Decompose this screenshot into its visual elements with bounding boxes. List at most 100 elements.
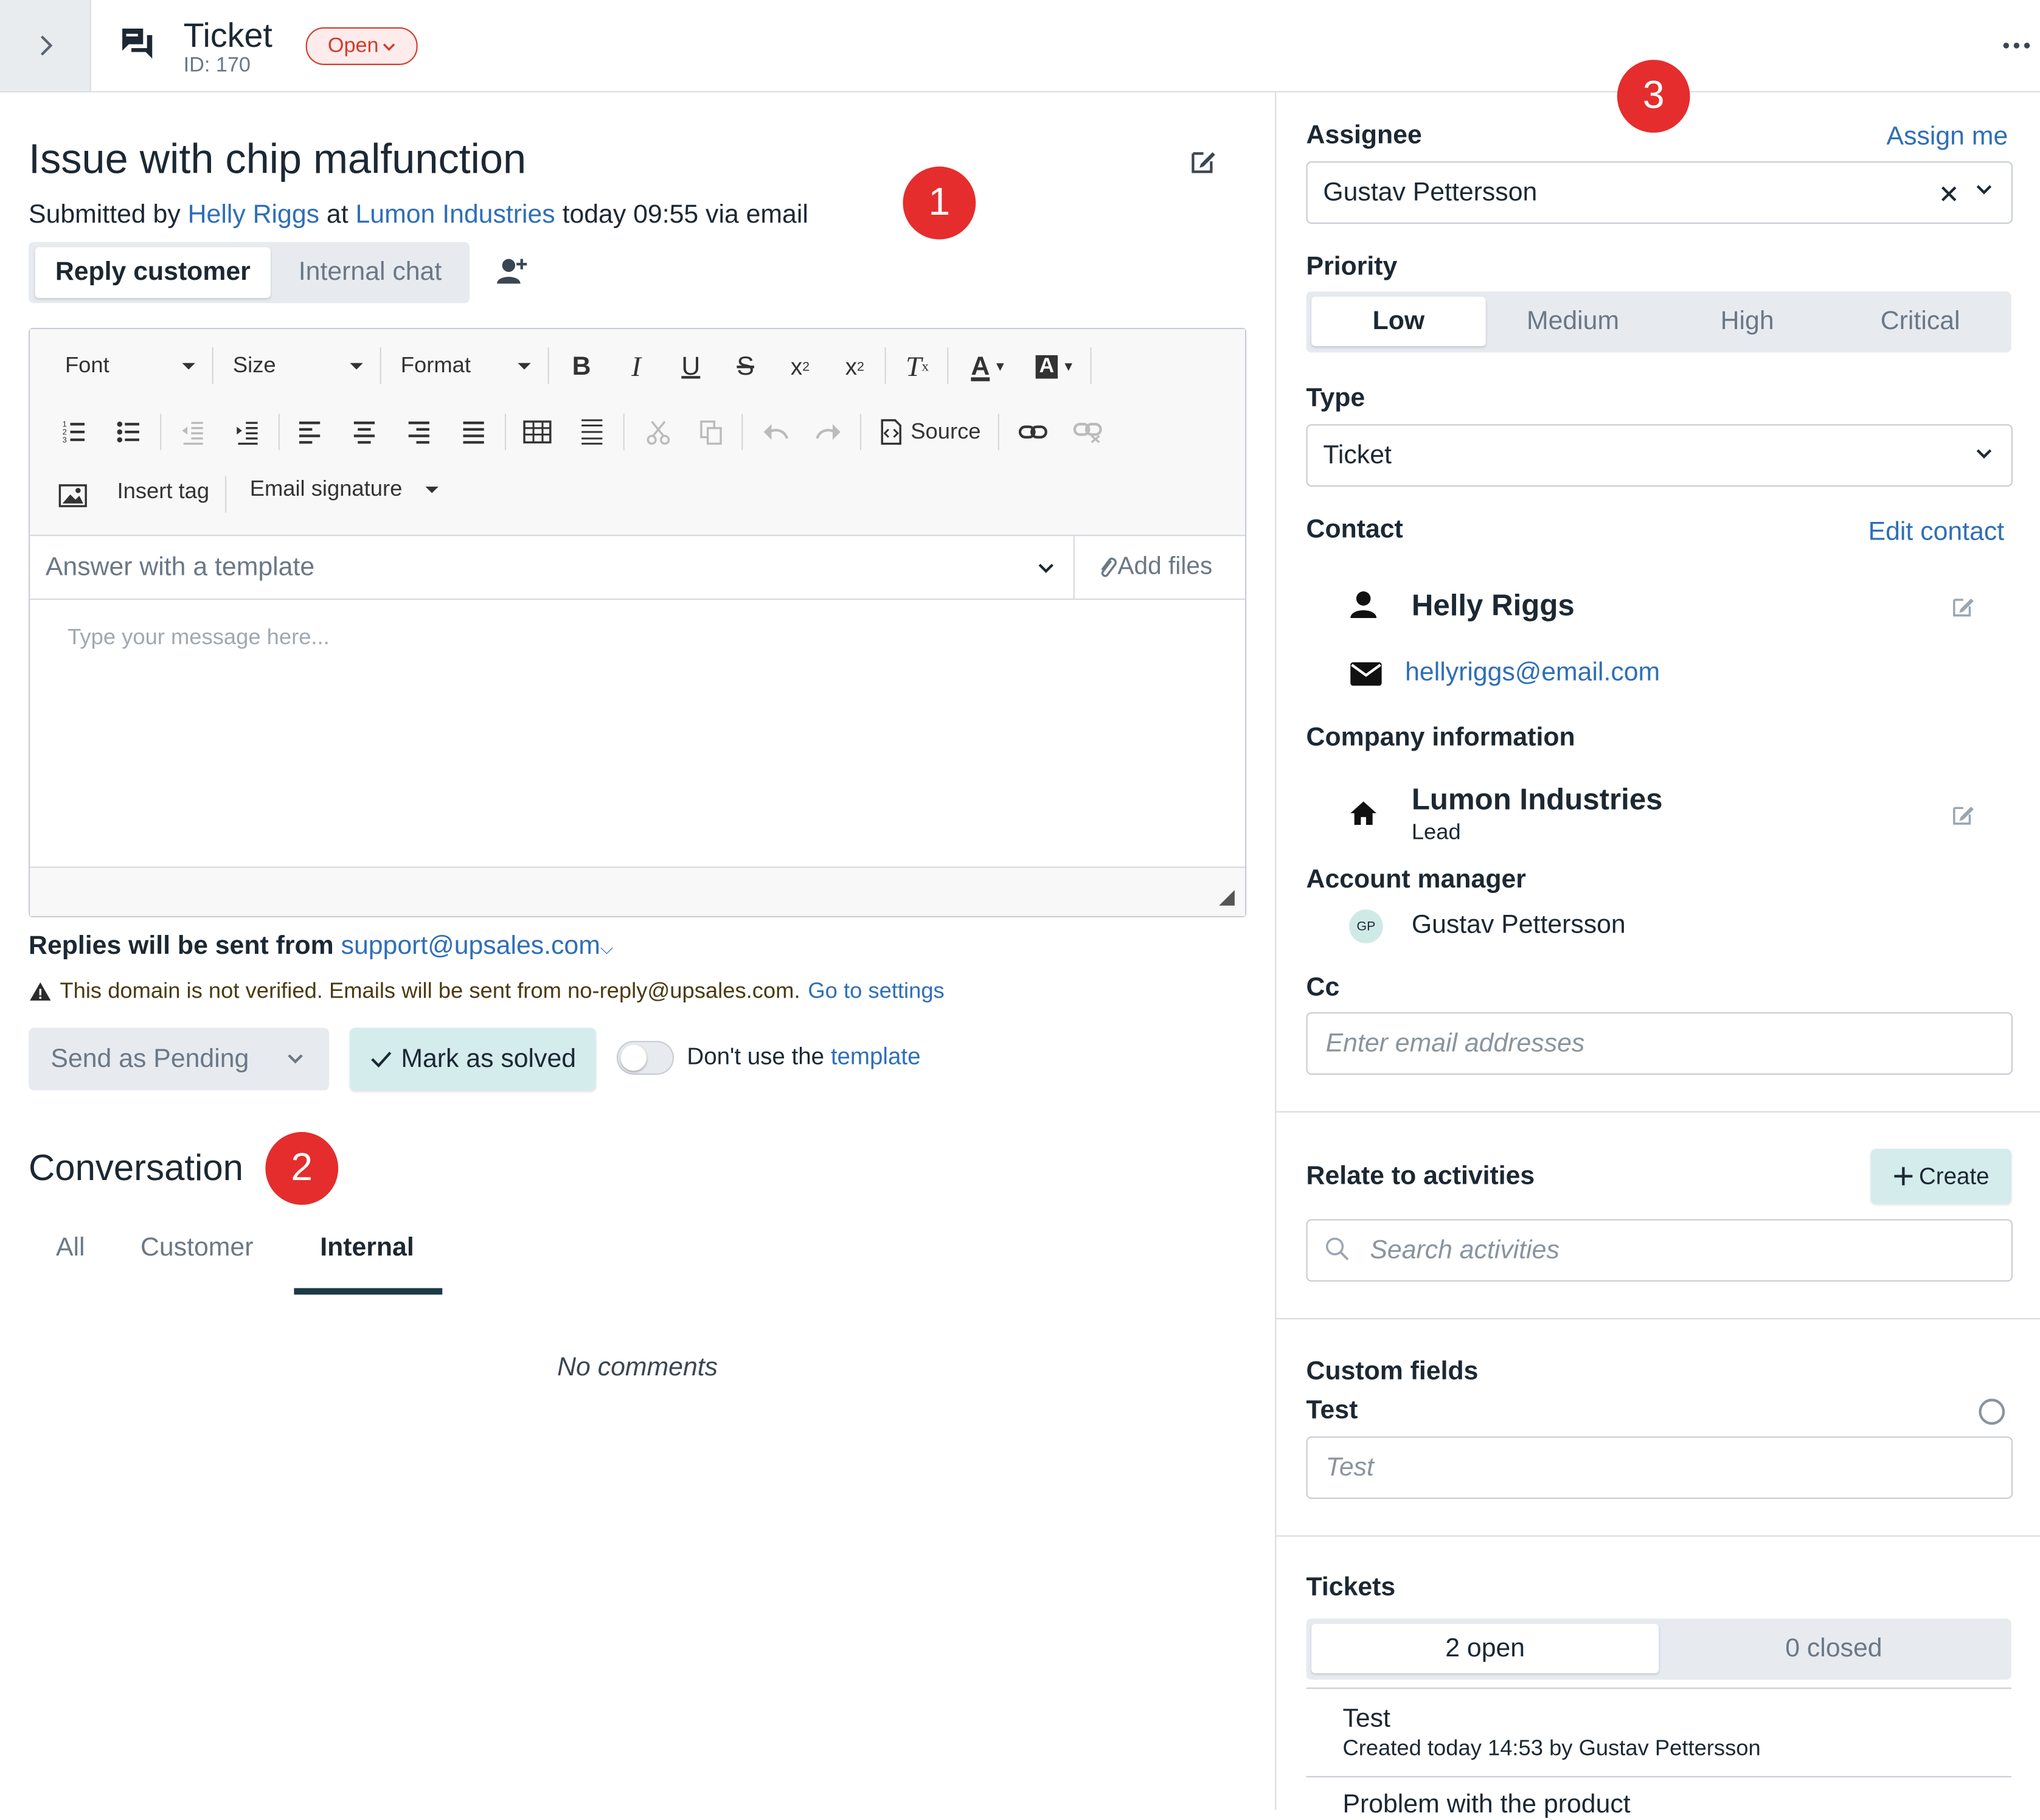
editor-footer [30,866,1246,916]
company-link[interactable]: Lumon Industries [356,200,555,229]
outdent-icon[interactable] [172,411,213,453]
plus-icon [1894,1167,1913,1186]
tab-reply-customer[interactable]: Reply customer [35,247,271,298]
resize-handle-icon[interactable] [1219,890,1235,906]
template-link[interactable]: template [831,1043,921,1069]
numbered-list-icon[interactable]: 123 [54,411,95,453]
tab-all[interactable]: All [56,1234,85,1263]
more-options-icon[interactable] [2001,35,2032,56]
cc-placeholder: Enter email addresses [1325,1029,1585,1058]
type-select[interactable]: Ticket [1306,424,2013,487]
toolbar-separator [212,347,213,384]
chevron-down-icon [1976,449,1992,459]
text-color-icon[interactable]: A ▼ [963,346,1015,387]
chevron-down-icon [288,1054,303,1064]
send-as-select[interactable]: Send as Pending [29,1027,330,1091]
subscript-icon[interactable]: x2 [779,346,821,387]
unlink-icon[interactable] [1067,411,1108,453]
table-icon[interactable] [516,411,558,453]
chevron-down-icon[interactable]: ⌵ [600,938,613,957]
tickets-open-tab[interactable]: 2 open [1311,1624,1659,1673]
mark-as-solved-button[interactable]: Mark as solved [350,1027,596,1091]
remove-format-icon[interactable]: Tx [897,346,938,387]
cc-input[interactable]: Enter email addresses [1306,1012,2013,1075]
submitter-link[interactable]: Helly Riggs [188,200,319,229]
link-icon[interactable] [1012,411,1053,453]
expand-sidebar-button[interactable] [0,0,91,91]
size-dropdown-icon [350,363,363,370]
ticket-item-title[interactable]: Problem with the product [1342,1790,1630,1820]
active-tab-indicator [294,1288,443,1295]
priority-high[interactable]: High [1660,297,1834,346]
indent-icon[interactable] [226,411,268,453]
italic-icon[interactable]: I [616,346,657,387]
email-icon [1349,661,1383,687]
assign-me-link[interactable]: Assign me [1887,122,2008,152]
contact-name[interactable]: Helly Riggs [1412,588,1575,623]
toolbar-separator [278,414,280,451]
callout-badge-3: 3 [1617,60,1690,133]
add-user-icon[interactable] [496,255,530,289]
strikethrough-icon[interactable]: S [724,346,766,387]
align-left-icon[interactable] [289,411,330,453]
align-center-icon[interactable] [344,411,385,453]
edit-contact-link[interactable]: Edit contact [1868,518,2005,547]
toolbar-separator [1090,347,1092,384]
tab-internal-chat[interactable]: Internal chat [276,247,464,297]
reply-from-address[interactable]: support@upsales.com [341,932,600,960]
horizontal-line-icon[interactable] [571,411,612,453]
bullet-list-icon[interactable] [108,411,150,453]
custom-fields-label: Custom fields [1306,1356,1479,1386]
checkmark-icon [371,1052,392,1068]
message-textarea[interactable]: Type your message here... [30,600,1245,866]
section-divider [1276,1318,2040,1319]
toolbar-separator [947,347,949,384]
edit-contact-icon[interactable] [1950,593,1976,619]
undo-icon[interactable] [755,411,796,453]
assignee-select[interactable]: Gustav Pettersson [1306,161,2013,224]
list-divider [1306,1687,2011,1689]
search-icon [1326,1237,1349,1260]
clear-icon[interactable] [1940,185,1958,203]
submitted-suffix: today 09:55 via email [562,200,808,229]
template-placeholder: Answer with a template [45,552,315,582]
callout-badge-2: 2 [265,1131,339,1205]
tickets-closed-tab[interactable]: 0 closed [1660,1624,2007,1673]
edit-company-icon[interactable] [1950,802,1976,828]
superscript-icon[interactable]: x2 [834,346,875,387]
align-right-icon[interactable] [398,411,440,453]
submitted-line: Submitted by Helly Riggs at Lumon Indust… [29,200,808,230]
underline-icon[interactable]: U [670,346,712,387]
insert-tag-button[interactable]: Insert tag [117,479,210,505]
tab-customer[interactable]: Customer [141,1234,253,1263]
create-button[interactable]: Create [1870,1148,2011,1204]
tab-internal[interactable]: Internal [320,1234,414,1263]
add-files-button[interactable]: Add files [1097,553,1212,582]
go-to-settings-link[interactable]: Go to settings [808,979,944,1005]
image-icon[interactable] [52,475,94,516]
domain-warning: This domain is not verified. Emails will… [29,979,945,1005]
status-badge[interactable]: Open [305,27,418,65]
avatar: GP [1349,909,1383,943]
redo-icon[interactable] [808,411,849,453]
company-name[interactable]: Lumon Industries [1412,782,1663,818]
email-signature-button[interactable]: Email signature [250,476,439,502]
test-input[interactable]: Test [1306,1436,2013,1499]
ticket-item-title[interactable]: Test [1342,1704,1390,1734]
justify-icon[interactable] [453,411,494,453]
edit-subject-icon[interactable] [1188,146,1219,177]
account-manager-label: Account manager [1306,865,1526,894]
source-button[interactable]: Source [879,414,981,450]
cut-icon[interactable] [637,411,679,453]
contact-email-link[interactable]: hellyriggs@email.com [1405,658,1660,688]
background-color-icon[interactable]: A ▼ [1028,346,1083,387]
priority-critical[interactable]: Critical [1833,297,2008,346]
template-toggle[interactable] [616,1041,675,1075]
template-select[interactable]: Answer with a template [30,536,1073,599]
ticket-item-meta: Created today 14:53 by Gustav Pettersson [1342,1735,1761,1761]
bold-icon[interactable]: B [561,346,602,387]
priority-medium[interactable]: Medium [1486,297,1660,346]
copy-icon[interactable] [690,411,731,453]
search-activities-input[interactable]: Search activities [1306,1219,2013,1282]
priority-low[interactable]: Low [1311,296,1486,346]
